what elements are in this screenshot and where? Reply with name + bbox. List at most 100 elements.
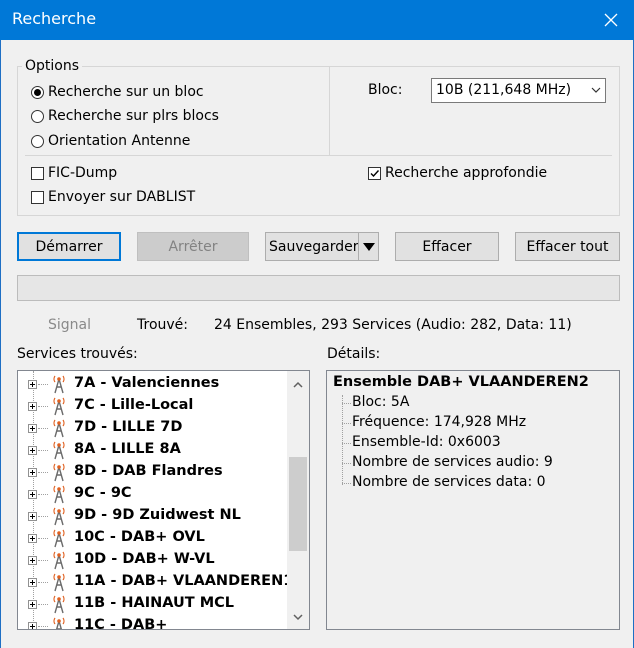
list-item[interactable]: 8D - DAB Flandres [18, 461, 288, 483]
details-title: Ensemble DAB+ VLAANDEREN2 [333, 374, 589, 390]
list-item[interactable]: 7D - LILLE 7D [18, 417, 288, 439]
antenna-icon [53, 419, 65, 438]
radio-label: Recherche sur un bloc [48, 84, 204, 100]
expand-icon[interactable] [28, 578, 37, 587]
list-item[interactable]: 7A - Valenciennes [18, 373, 288, 395]
expand-icon[interactable] [28, 424, 37, 433]
details-guide-line [342, 395, 343, 485]
service-label: 8A - LILLE 8A [74, 441, 181, 457]
stop-button[interactable]: Arrêter [137, 232, 249, 261]
chevron-up-icon [293, 381, 303, 388]
window-title: Recherche [12, 9, 97, 28]
service-label: 9C - 9C [74, 485, 132, 501]
expand-icon[interactable] [28, 468, 37, 477]
service-label: 10C - DAB+ OVL [74, 529, 205, 545]
scroll-down-button[interactable] [287, 607, 309, 627]
radio-single-bloc[interactable]: Recherche sur un bloc [31, 84, 204, 100]
list-item[interactable]: 10C - DAB+ OVL [18, 527, 288, 549]
radio-button[interactable] [31, 85, 44, 99]
list-item[interactable]: 8A - LILLE 8A [18, 439, 288, 461]
radio-button[interactable] [31, 134, 44, 148]
tree-connector [38, 472, 48, 473]
checkbox[interactable] [31, 190, 44, 204]
list-item[interactable]: 11B - HAINAUT MCL [18, 593, 288, 615]
checkbox-label: Envoyer sur DABLIST [48, 189, 196, 205]
tree-connector [38, 450, 48, 451]
expand-icon[interactable] [28, 490, 37, 499]
clear-button[interactable]: Effacer [395, 232, 499, 261]
details-row-text: Fréquence: 174,928 MHz [352, 414, 527, 430]
services-tree[interactable]: 7A - Valenciennes 7C - Lille-Local 7D - LI… [17, 370, 310, 630]
checkbox[interactable] [368, 166, 381, 180]
service-label: 7A - Valenciennes [74, 375, 220, 391]
scroll-up-button[interactable] [287, 374, 309, 394]
details-row-text: Nombre de services audio: 9 [352, 454, 553, 470]
tree-connector [38, 494, 48, 495]
bloc-label: Bloc: [368, 82, 403, 98]
bloc-select[interactable]: 10B (211,648 MHz) [431, 78, 606, 103]
list-item[interactable]: 9D - 9D Zuidwest NL [18, 505, 288, 527]
save-button-label: Sauvegarder [269, 239, 359, 255]
details-label: Détails: [327, 346, 381, 362]
tree-connector [38, 516, 48, 517]
antenna-icon [53, 375, 65, 394]
window-frame-left [0, 40, 1, 648]
list-item[interactable]: 7C - Lille-Local [18, 395, 288, 417]
checkbox-recherche-approfondie[interactable]: Recherche approfondie [368, 165, 547, 181]
options-divider-horizontal [25, 155, 612, 156]
list-item[interactable]: 11A - DAB+ VLAANDEREN1 [18, 571, 293, 593]
tree-connector [38, 428, 48, 429]
expand-icon[interactable] [28, 446, 37, 455]
tree-connector [38, 384, 48, 385]
services-label: Services trouvés: [17, 346, 138, 362]
details-panel: Ensemble DAB+ VLAANDEREN2 Bloc: 5A Fréque… [326, 370, 620, 630]
antenna-icon [53, 441, 65, 460]
list-item[interactable]: 11C - DAB+ [18, 615, 288, 630]
expand-icon[interactable] [28, 556, 37, 565]
antenna-icon [53, 507, 65, 526]
service-label: 8D - DAB Flandres [74, 463, 223, 479]
clear-all-button[interactable]: Effacer tout [515, 232, 620, 261]
antenna-icon [53, 551, 65, 570]
service-label: 11B - HAINAUT MCL [74, 595, 235, 611]
chevron-down-icon [293, 613, 303, 620]
checkbox-envoyer-dablist[interactable]: Envoyer sur DABLIST [31, 189, 195, 205]
search-progress-bar [17, 275, 620, 301]
expand-icon[interactable] [28, 534, 37, 543]
expand-icon[interactable] [28, 512, 37, 521]
found-value: 24 Ensembles, 293 Services (Audio: 282, … [214, 317, 572, 333]
antenna-icon [53, 463, 65, 482]
services-scrollbar[interactable] [287, 371, 309, 629]
service-label: 11A - DAB+ VLAANDEREN1 [74, 573, 294, 589]
expand-icon[interactable] [28, 622, 37, 629]
tree-connector [342, 443, 351, 444]
start-button[interactable]: Démarrer [17, 232, 121, 261]
details-row-text: Ensemble-Id: 0x6003 [352, 434, 501, 450]
close-icon [604, 13, 618, 27]
tree-connector [342, 403, 351, 404]
checkbox-fic-dump[interactable]: FIC-Dump [31, 165, 117, 181]
checkbox[interactable] [31, 166, 44, 180]
signal-label: Signal [48, 317, 92, 333]
found-label: Trouvé: [137, 317, 188, 333]
checkbox-label: FIC-Dump [48, 165, 118, 181]
tree-connector [38, 626, 48, 627]
service-label: 10D - DAB+ W-VL [74, 551, 215, 567]
list-item[interactable]: 9C - 9C [18, 483, 288, 505]
close-button[interactable] [588, 0, 634, 40]
service-label: 11C - DAB+ [74, 617, 168, 630]
checkbox-label: Recherche approfondie [385, 165, 548, 181]
expand-icon[interactable] [28, 402, 37, 411]
save-dropdown-toggle[interactable] [358, 233, 378, 260]
radio-button[interactable] [31, 109, 44, 123]
radio-multi-bloc[interactable]: Recherche sur plrs blocs [31, 108, 219, 124]
save-button[interactable]: Sauvegarder [265, 232, 379, 261]
triangle-down-icon [362, 242, 375, 251]
expand-icon[interactable] [28, 600, 37, 609]
expand-icon[interactable] [28, 380, 37, 389]
radio-orientation-antenne[interactable]: Orientation Antenne [31, 133, 190, 149]
scroll-thumb[interactable] [289, 457, 307, 551]
list-item[interactable]: 10D - DAB+ W-VL [18, 549, 288, 571]
antenna-icon [53, 617, 65, 629]
tree-connector [38, 582, 48, 583]
